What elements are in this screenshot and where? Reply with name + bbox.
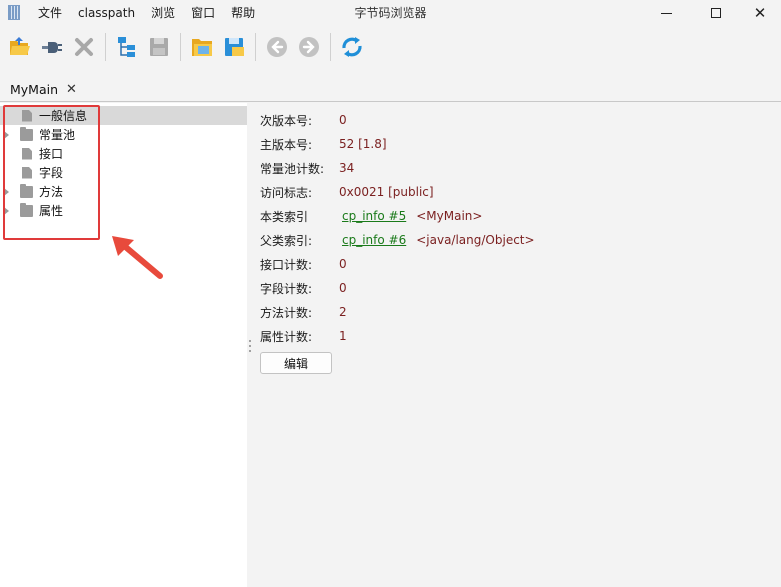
open-file-button[interactable] [6, 32, 34, 62]
field-value: 0 [339, 113, 347, 127]
toolbar-separator [180, 33, 181, 61]
tree-item-methods[interactable]: 方法 [0, 182, 247, 201]
tree-item-label: 属性 [39, 204, 64, 218]
expand-triangle-icon[interactable] [4, 206, 9, 215]
back-arrow-icon [267, 37, 287, 57]
menu-bar: 文件 classpath 浏览 窗口 帮助 [30, 0, 263, 26]
tree-item-fields[interactable]: 字段 [0, 163, 247, 182]
field-label: 常量池计数: [260, 161, 325, 176]
field-value: 2 [339, 305, 347, 319]
tab-bar: MyMain ✕ [0, 76, 781, 102]
details-pane: 次版本号: 0 主版本号: 52 [1.8] 常量池计数: 34 访问标志: 0… [254, 103, 781, 587]
expand-triangle-icon[interactable] [4, 130, 9, 139]
cp-info-link[interactable]: cp_info #6 [342, 233, 406, 247]
close-x-icon [75, 38, 93, 56]
file-icon [22, 109, 32, 122]
field-label: 字段计数: [260, 281, 313, 296]
close-file-button[interactable] [70, 32, 98, 62]
toolbar-separator [330, 33, 331, 61]
hierarchy-icon [118, 37, 135, 57]
forward-button[interactable] [295, 32, 323, 62]
toolbar-separator [105, 33, 106, 61]
folder-icon [20, 202, 33, 217]
field-value: 34 [339, 161, 355, 175]
pane-splitter[interactable] [247, 103, 254, 587]
folder-icon [20, 183, 33, 198]
maximize-button[interactable] [693, 0, 739, 26]
tree-item-general-info[interactable]: 一般信息 [0, 106, 247, 125]
tree-item-interfaces[interactable]: 接口 [0, 144, 247, 163]
cp-info-link[interactable]: cp_info #5 [342, 209, 406, 223]
toolbar-separator [255, 33, 256, 61]
close-icon: ✕ [753, 3, 767, 22]
hierarchy-button[interactable] [113, 32, 141, 62]
open-folder-icon [10, 37, 30, 55]
tree-pane: 一般信息 常量池 接口 字段 方法 属性 [0, 103, 247, 587]
tab-label: MyMain [10, 81, 59, 97]
refresh-button[interactable] [338, 32, 366, 62]
open-classpath-button[interactable] [188, 32, 216, 62]
field-label: 属性计数: [260, 329, 313, 344]
minimize-button[interactable] [643, 0, 689, 26]
tab-mymain[interactable]: MyMain ✕ [0, 76, 87, 102]
menu-file[interactable]: 文件 [30, 1, 70, 25]
field-value: 1 [339, 329, 347, 343]
field-value: cp_info #5 <MyMain> [342, 209, 482, 223]
file-icon [22, 147, 32, 160]
tree-item-label: 字段 [39, 166, 64, 180]
field-label: 方法计数: [260, 305, 313, 320]
field-label: 本类索引 [260, 209, 309, 224]
tree-item-constant-pool[interactable]: 常量池 [0, 125, 247, 144]
field-label: 父类索引: [260, 233, 313, 248]
connect-button[interactable] [38, 32, 66, 62]
save-classpath-button[interactable] [220, 32, 248, 62]
field-label: 主版本号: [260, 137, 313, 152]
field-value: 0 [339, 281, 347, 295]
tree-item-label: 接口 [39, 147, 64, 161]
refresh-sync-icon [342, 37, 362, 57]
field-value: 0 [339, 257, 347, 271]
plug-icon [42, 42, 62, 53]
tab-close-icon[interactable]: ✕ [66, 82, 77, 97]
menu-classpath[interactable]: classpath [70, 1, 143, 25]
back-button[interactable] [263, 32, 291, 62]
menu-window[interactable]: 窗口 [183, 1, 223, 25]
title-bar: 文件 classpath 浏览 窗口 帮助 字节码浏览器 ✕ [0, 0, 781, 26]
class-name-text: <MyMain> [416, 209, 483, 223]
toolbar [0, 28, 781, 66]
open-classpath-icon [192, 39, 212, 56]
maximize-icon [711, 8, 721, 18]
field-label: 访问标志: [260, 185, 313, 200]
expand-triangle-icon[interactable] [4, 187, 9, 196]
field-label: 接口计数: [260, 257, 313, 272]
menu-help[interactable]: 帮助 [223, 1, 263, 25]
save-icon [150, 38, 168, 56]
field-value: 0x0021 [public] [339, 185, 434, 199]
save-classpath-icon [225, 38, 244, 56]
tree-item-label: 常量池 [39, 128, 76, 142]
field-value: cp_info #6 <java/lang/Object> [342, 233, 535, 247]
forward-arrow-icon [299, 37, 319, 57]
tree-item-attributes[interactable]: 属性 [0, 201, 247, 220]
file-icon [22, 166, 32, 179]
app-icon [8, 5, 20, 20]
folder-icon [20, 126, 33, 141]
close-window-button[interactable]: ✕ [737, 0, 781, 26]
save-button[interactable] [145, 32, 173, 62]
tree-item-label: 方法 [39, 185, 64, 199]
tree-item-label: 一般信息 [39, 109, 88, 123]
splitter-grip-icon [249, 340, 252, 355]
minimize-icon [660, 12, 672, 14]
field-label: 次版本号: [260, 113, 313, 128]
field-value: 52 [1.8] [339, 137, 387, 151]
app-window: 文件 classpath 浏览 窗口 帮助 字节码浏览器 ✕ MyMain ✕ … [0, 0, 781, 587]
class-name-text: <java/lang/Object> [416, 233, 535, 247]
menu-browse[interactable]: 浏览 [143, 1, 183, 25]
edit-button[interactable]: 编辑 [260, 352, 332, 374]
